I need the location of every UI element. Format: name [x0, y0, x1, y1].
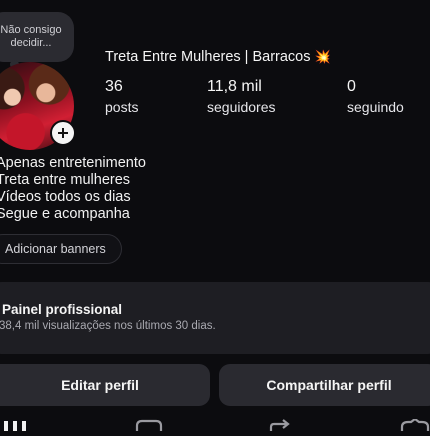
stat-followers-label: seguidores	[207, 99, 276, 115]
add-story-button[interactable]	[50, 120, 76, 146]
profile-bio: Apenas entretenimento Treta entre mulher…	[0, 155, 146, 223]
repost-icon[interactable]	[268, 418, 292, 431]
bio-line: Vídeos todos os dias	[0, 189, 131, 205]
bio-line: Treta entre mulheres	[0, 172, 131, 188]
stat-followers[interactable]: 11,8 mil seguidores	[207, 78, 276, 115]
dashboard-title: Painel profissional	[2, 302, 123, 317]
collision-emoji: 💥	[314, 49, 331, 64]
stat-posts-label: posts	[105, 99, 139, 115]
tagged-icon[interactable]	[400, 417, 430, 431]
grid-icon[interactable]	[4, 418, 30, 431]
stat-posts[interactable]: 36 posts	[105, 78, 138, 115]
professional-dashboard[interactable]	[0, 282, 430, 354]
stat-following-label: seguindo	[347, 99, 404, 115]
bio-line: Apenas entretenimento	[0, 155, 146, 171]
stat-followers-value: 11,8 mil	[207, 78, 262, 95]
stat-posts-value: 36	[105, 78, 123, 95]
share-profile-button[interactable]: Compartilhar perfil	[219, 364, 430, 406]
edit-profile-button[interactable]: Editar perfil	[0, 364, 210, 406]
plus-icon	[58, 128, 68, 138]
reels-icon[interactable]	[135, 418, 163, 431]
bio-line: Segue e acompanha	[0, 206, 130, 222]
add-banners-button[interactable]: Adicionar banners	[0, 234, 122, 264]
dashboard-subtitle: 38,4 mil visualizações nos últimos 30 di…	[0, 320, 216, 332]
note-bubble[interactable]: Não consigo decidir...	[0, 12, 74, 62]
stat-following-value: 0	[347, 78, 356, 95]
note-text: Não consigo decidir...	[0, 24, 62, 49]
profile-name-text: Treta Entre Mulheres | Barracos	[105, 49, 311, 65]
stat-following[interactable]: 0 seguindo	[347, 78, 404, 115]
profile-name: Treta Entre Mulheres | Barracos 💥	[105, 49, 331, 65]
